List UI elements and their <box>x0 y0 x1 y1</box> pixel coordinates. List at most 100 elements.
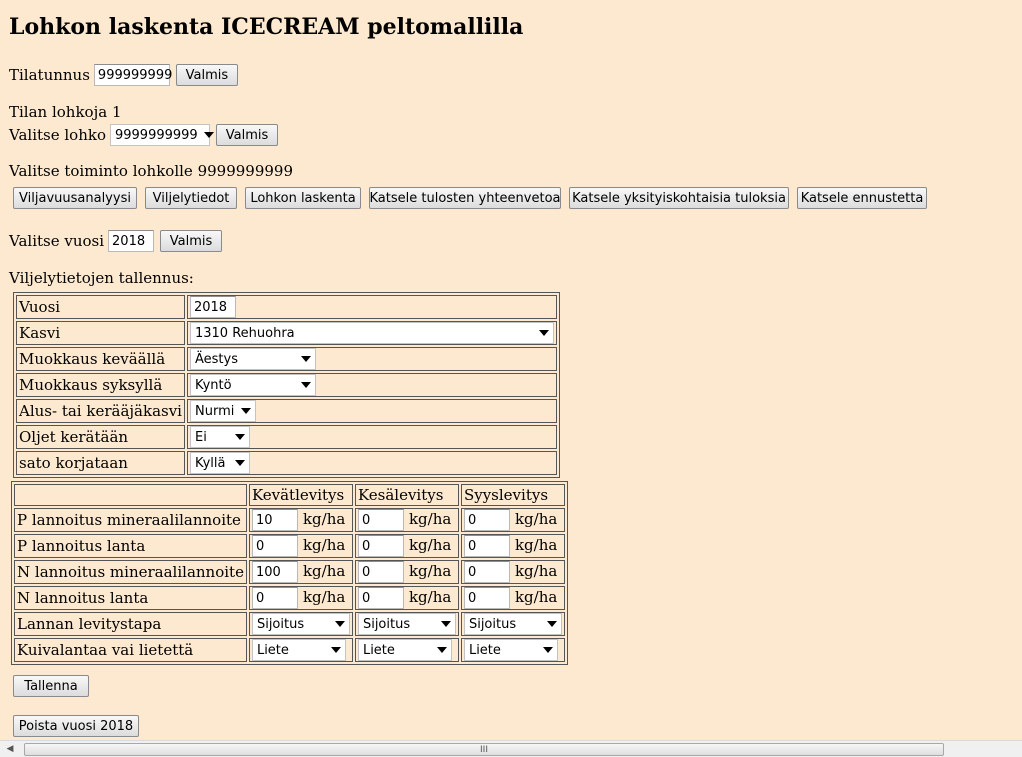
plot-select-label: Valitse lohko <box>9 126 106 144</box>
table-row: Lannan levitystapa Sijoitus Sijoitus Sij… <box>14 612 565 636</box>
method-summer-select[interactable]: Sijoitus <box>357 613 456 635</box>
method-autumn-select[interactable]: Sijoitus <box>463 613 562 635</box>
plot-count-text: Tilan lohkoja 1 <box>9 103 122 121</box>
year-ok-button[interactable]: Valmis <box>160 230 223 252</box>
horizontal-scrollbar[interactable]: ◀ III <box>0 740 1022 757</box>
row-label: Oljet kerätään <box>16 425 185 449</box>
plot-ok-button[interactable]: Valmis <box>215 124 278 146</box>
chevron-down-icon <box>440 621 451 627</box>
row-label: N lannoitus mineraalilannoite <box>14 560 247 584</box>
select-value: Sijoitus <box>468 616 517 632</box>
select-value: Liete <box>256 642 289 658</box>
farm-id-input[interactable]: 999999999 <box>93 64 172 86</box>
column-header: Kesälevitys <box>354 484 459 506</box>
method-spring-select[interactable]: Sijoitus <box>251 613 350 635</box>
vuosi-input[interactable]: 2018 <box>189 296 236 318</box>
year-label: Valitse vuosi <box>9 232 105 250</box>
harvest-select[interactable]: Kyllä <box>189 452 250 474</box>
crop-select[interactable]: 1310 Rehuohra <box>189 322 554 344</box>
chevron-down-icon <box>300 356 311 362</box>
scroll-thumb[interactable]: III <box>24 743 944 756</box>
year-row: Valitse vuosi 2018 Valmis <box>9 230 223 252</box>
p-manure-spring-input[interactable]: 0 <box>251 535 298 557</box>
grip-icon: III <box>480 744 488 755</box>
soil-analysis-button[interactable]: Viljavuusanalyysi <box>13 187 137 209</box>
straw-select[interactable]: Ei <box>189 426 250 448</box>
delete-year-button[interactable]: Poista vuosi 2018 <box>13 715 139 737</box>
scroll-left-icon[interactable]: ◀ <box>2 741 18 757</box>
row-label: P lannoitus mineraalilannoite <box>14 508 247 532</box>
straw-value: Ei <box>194 429 207 445</box>
chevron-down-icon <box>546 621 557 627</box>
unit-label: kg/ha <box>514 535 558 554</box>
column-header: Kevätlevitys <box>248 484 353 506</box>
page-content: Lohkon laskenta ICECREAM peltomallilla T… <box>9 0 1022 757</box>
action-buttons: Viljavuusanalyysi Viljelytiedot Lohkon l… <box>13 187 927 209</box>
plot-calculation-button[interactable]: Lohkon laskenta <box>245 187 361 209</box>
table-header-row: Kevätlevitys Kesälevitys Syyslevitys <box>14 484 565 506</box>
row-label: Muokkaus syksyllä <box>16 373 185 397</box>
unit-label: kg/ha <box>408 509 452 528</box>
unit-label: kg/ha <box>514 561 558 580</box>
p-mineral-summer-input[interactable]: 0 <box>357 509 404 531</box>
cultivation-info-button[interactable]: Viljelytiedot <box>145 187 237 209</box>
chevron-down-icon <box>240 408 251 414</box>
select-value: Liete <box>362 642 395 658</box>
n-manure-autumn-input[interactable]: 0 <box>463 587 510 609</box>
select-value: Liete <box>468 642 501 658</box>
table-row: P lannoitus mineraalilannoite 10 kg/ha 0k… <box>14 508 565 532</box>
table-row: Oljet kerätään Ei <box>16 425 557 449</box>
chevron-down-icon <box>203 132 214 138</box>
p-manure-summer-input[interactable]: 0 <box>357 535 404 557</box>
spring-tillage-select[interactable]: Äestys <box>189 348 316 370</box>
crop-select-value: 1310 Rehuohra <box>194 325 295 341</box>
unit-label: kg/ha <box>408 587 452 606</box>
n-manure-spring-input[interactable]: 0 <box>251 587 298 609</box>
p-mineral-spring-input[interactable]: 10 <box>251 509 298 531</box>
results-summary-button[interactable]: Katsele tulosten yhteenvetoa <box>369 187 561 209</box>
harvest-value: Kyllä <box>194 455 226 471</box>
n-mineral-spring-input[interactable]: 100 <box>251 561 298 583</box>
table-row: Muokkaus keväällä Äestys <box>16 347 557 371</box>
unit-label: kg/ha <box>302 561 346 580</box>
plot-select[interactable]: 9999999999 <box>109 124 214 146</box>
page-title: Lohkon laskenta ICECREAM peltomallilla <box>9 14 524 40</box>
autumn-tillage-select[interactable]: Kyntö <box>189 374 316 396</box>
type-autumn-select[interactable]: Liete <box>463 639 558 661</box>
chevron-down-icon <box>234 434 245 440</box>
table-row: Kuivalantaa vai lietettä Liete Liete Lie… <box>14 638 565 662</box>
plot-row: Valitse lohko 9999999999 Valmis <box>9 124 278 146</box>
cover-crop-select[interactable]: Nurmi <box>189 400 256 422</box>
unit-label: kg/ha <box>302 509 346 528</box>
n-mineral-summer-input[interactable]: 0 <box>357 561 404 583</box>
autumn-tillage-value: Kyntö <box>194 377 232 393</box>
row-label: P lannoitus lanta <box>14 534 247 558</box>
forecast-button[interactable]: Katsele ennustetta <box>797 187 927 209</box>
type-summer-select[interactable]: Liete <box>357 639 452 661</box>
n-mineral-autumn-input[interactable]: 0 <box>463 561 510 583</box>
row-label: sato korjataan <box>16 451 185 475</box>
unit-label: kg/ha <box>408 535 452 554</box>
detailed-results-button[interactable]: Katsele yksityiskohtaisia tuloksia <box>569 187 789 209</box>
unit-label: kg/ha <box>408 561 452 580</box>
unit-label: kg/ha <box>302 535 346 554</box>
unit-label: kg/ha <box>514 587 558 606</box>
type-spring-select[interactable]: Liete <box>251 639 346 661</box>
cover-crop-value: Nurmi <box>194 403 235 419</box>
save-button[interactable]: Tallenna <box>13 675 89 697</box>
table-row: Alus- tai kerääjäkasvi Nurmi <box>16 399 557 423</box>
year-input[interactable]: 2018 <box>108 230 155 252</box>
table-row: P lannoitus lanta 0 kg/ha 0 kg/ha 0 kg/ha <box>14 534 565 558</box>
p-manure-autumn-input[interactable]: 0 <box>463 535 510 557</box>
row-label: Kuivalantaa vai lietettä <box>14 638 247 662</box>
unit-label: kg/ha <box>302 587 346 606</box>
row-label: N lannoitus lanta <box>14 586 247 610</box>
chevron-down-icon <box>538 330 549 336</box>
row-label: Vuosi <box>16 295 185 319</box>
farm-label: Tilatunnus <box>9 66 90 84</box>
chevron-down-icon <box>330 647 341 653</box>
farm-ok-button[interactable]: Valmis <box>175 64 238 86</box>
table-row: Kasvi 1310 Rehuohra <box>16 321 557 345</box>
n-manure-summer-input[interactable]: 0 <box>357 587 404 609</box>
p-mineral-autumn-input[interactable]: 0 <box>463 509 510 531</box>
